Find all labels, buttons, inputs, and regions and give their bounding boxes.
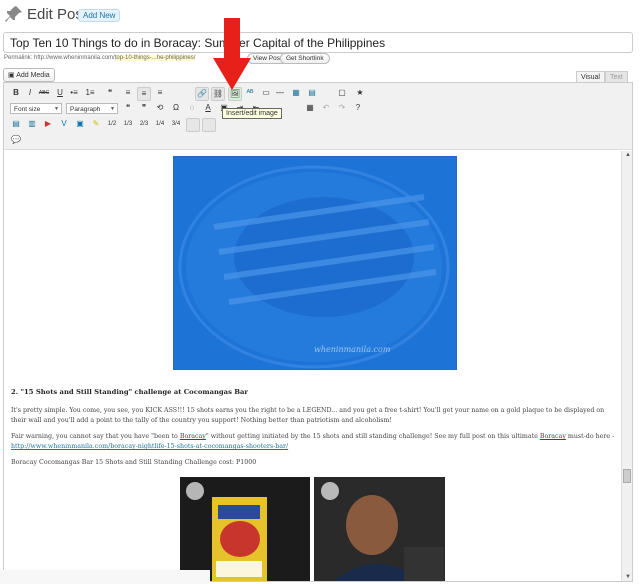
media-button[interactable]: ◌: [186, 102, 198, 114]
paragraph-select[interactable]: Paragraph: [66, 103, 118, 115]
insert-image-tooltip: Insert/edit image: [222, 108, 282, 119]
permalink-slug[interactable]: top-10-things-...he-philippines/: [114, 55, 196, 61]
editor-content[interactable]: wheninmanila.com 2. "15 Shots and Still …: [4, 151, 622, 581]
strikethrough-button[interactable]: ABC: [38, 87, 50, 99]
para2-text-a: Fair warning, you cannot say that you ha…: [11, 433, 180, 440]
fraction-two-thirds-button[interactable]: 2/3: [138, 118, 150, 130]
highlight-icon[interactable]: ✎: [90, 118, 102, 130]
horizontal-line-button[interactable]: —: [274, 87, 286, 99]
person-photo[interactable]: [314, 477, 445, 581]
cocomangas-sign-photo[interactable]: [180, 477, 310, 581]
image-watermark: wheninmanila.com: [314, 345, 391, 354]
special-char-button[interactable]: Ω: [170, 102, 182, 114]
bullet-list-button[interactable]: •≡: [68, 87, 80, 99]
youtube-icon[interactable]: ▶: [42, 118, 54, 130]
photo-1-image: [180, 477, 310, 581]
box-icon[interactable]: [186, 118, 200, 132]
permalink: Permalink: http://www.wheninmanila.com/t…: [4, 55, 196, 61]
cocomangas-post-link[interactable]: http://www.wheninmanila.com/boracay-nigh…: [11, 443, 288, 450]
scroll-thumb[interactable]: [623, 469, 631, 483]
box-icon-2[interactable]: [202, 118, 216, 132]
help-button[interactable]: ?: [352, 102, 364, 114]
paste-text-button[interactable]: ❝: [122, 102, 134, 114]
table-grid-icon[interactable]: ▦: [304, 102, 316, 114]
blockquote-button[interactable]: ❝: [104, 87, 116, 99]
undo-icon[interactable]: ↶: [320, 102, 332, 114]
para2-boracay-2: Boracay: [539, 433, 566, 440]
permalink-label: Permalink:: [4, 55, 33, 61]
pushpin-icon: [5, 6, 22, 22]
para2-text-c: must-do here -: [565, 433, 615, 440]
para2-text-b: " without getting initiated by the 15 sh…: [205, 433, 540, 440]
paste-word-button[interactable]: ❞: [138, 102, 150, 114]
food-photo-image: [178, 165, 450, 369]
content-paragraph-3: Boracay Cocomangas Bar 15 Shots and Stil…: [11, 459, 257, 466]
redo-icon[interactable]: ↷: [336, 102, 348, 114]
add-new-button[interactable]: Add New: [78, 9, 121, 22]
align-right-button[interactable]: ≡: [154, 87, 166, 99]
underline-button[interactable]: U: [54, 87, 66, 99]
find-button[interactable]: ▦: [290, 87, 302, 99]
replace-button[interactable]: ▤: [306, 87, 318, 99]
align-center-button[interactable]: ≡: [137, 87, 151, 101]
post-title-input[interactable]: Top Ten 10 Things to do in Boracay: Summ…: [3, 32, 633, 53]
editor-scrollbar[interactable]: ▲ ▼: [621, 151, 632, 581]
italic-button[interactable]: I: [24, 87, 36, 99]
media-icon: ▣: [8, 72, 17, 79]
fullscreen-button[interactable]: ▢: [336, 87, 348, 99]
editor: B I ABC U •≡ 1≡ ❝ ≡ ≡ ≡ 🔗 ⛓ 🖼 ᴬᴮ ▭ — ▦ ▤…: [3, 82, 633, 582]
numbered-list-button[interactable]: 1≡: [84, 87, 96, 99]
photo-2-image: [314, 477, 445, 581]
comment-bubble-icon[interactable]: 💬: [10, 134, 22, 146]
clear-formatting-button[interactable]: ⟲: [154, 102, 166, 114]
font-size-select[interactable]: Font size: [10, 103, 62, 115]
get-shortlink-button[interactable]: Get Shortlink: [280, 53, 330, 64]
scroll-down-icon[interactable]: ▼: [625, 574, 631, 580]
text-color-button[interactable]: A: [202, 102, 214, 114]
post-image-overlay[interactable]: wheninmanila.com: [173, 156, 457, 370]
scroll-up-icon[interactable]: ▲: [625, 152, 631, 158]
post-title-text: Top Ten 10 Things to do in Boracay: Summ…: [10, 36, 386, 50]
align-left-button[interactable]: ≡: [122, 87, 134, 99]
fraction-half-button[interactable]: 1/2: [106, 118, 118, 130]
red-arrow-icon: [213, 18, 251, 90]
status-bar: [0, 570, 210, 584]
document-icon[interactable]: ▥: [26, 118, 38, 130]
para2-boracay: Boracay: [179, 433, 206, 440]
content-paragraph-1: It's pretty simple. You come, you see, y…: [11, 407, 605, 424]
star-icon[interactable]: ★: [354, 87, 366, 99]
fraction-quarter-button[interactable]: 1/4: [154, 118, 166, 130]
content-paragraph-2: Fair warning, you cannot say that you ha…: [11, 432, 621, 452]
add-media-button[interactable]: ▣ Add Media: [3, 68, 55, 82]
insert-link-button[interactable]: 🔗: [195, 87, 209, 101]
editor-toolbar: B I ABC U •≡ 1≡ ❝ ≡ ≡ ≡ 🔗 ⛓ 🖼 ᴬᴮ ▭ — ▦ ▤…: [4, 83, 632, 150]
permalink-url: http://www.wheninmanila.com/: [34, 55, 115, 61]
fraction-three-quarters-button[interactable]: 3/4: [170, 118, 182, 130]
add-media-label: Add Media: [16, 72, 50, 79]
bold-button[interactable]: B: [10, 87, 22, 99]
more-tag-button[interactable]: ▭: [260, 87, 272, 99]
fraction-third-button[interactable]: 1/3: [122, 118, 134, 130]
calendar-icon[interactable]: ▤: [10, 118, 22, 130]
video-icon[interactable]: ▣: [74, 118, 86, 130]
vimeo-icon[interactable]: V: [58, 118, 70, 130]
content-heading: 2. "15 Shots and Still Standing" challen…: [11, 388, 248, 396]
